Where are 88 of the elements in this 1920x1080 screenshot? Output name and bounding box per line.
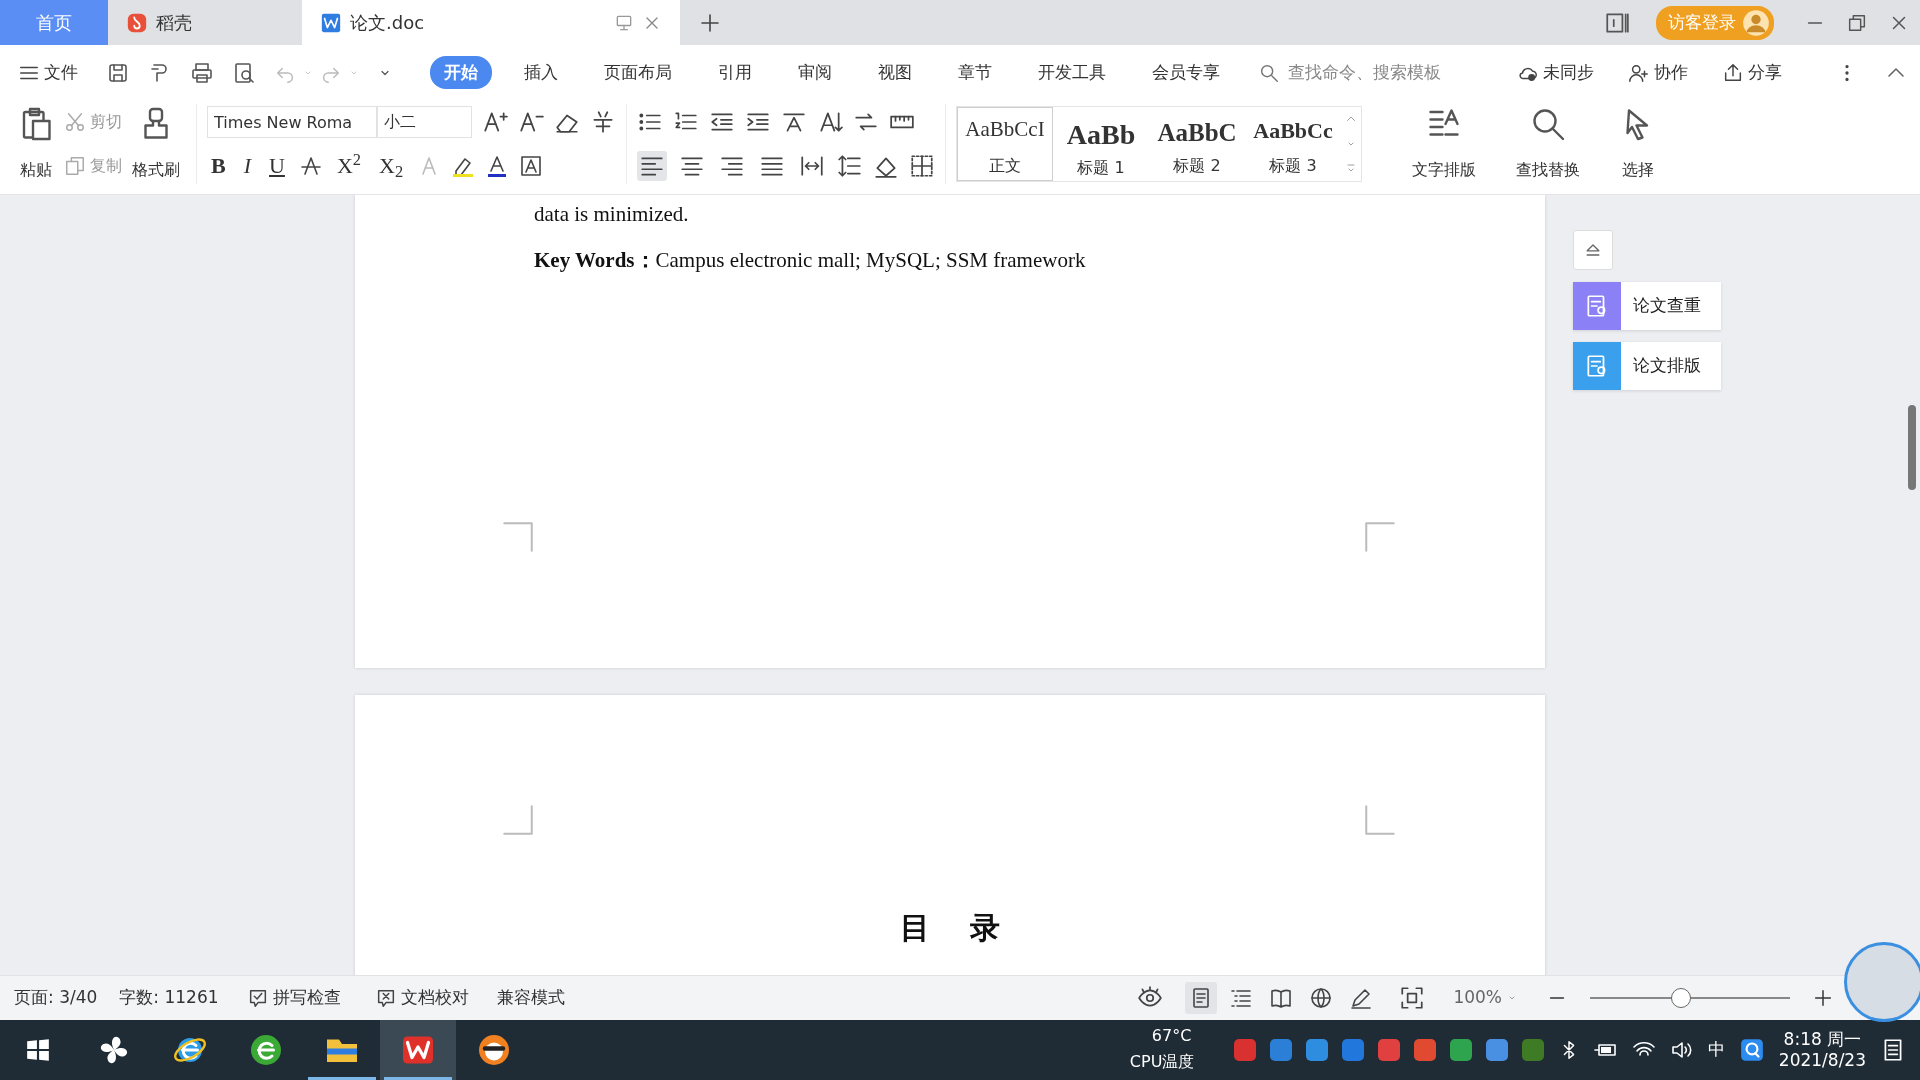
toolbar-action[interactable]: 未同步 bbox=[1511, 57, 1600, 88]
tab-label: 论文.doc bbox=[350, 11, 425, 35]
running-indicator bbox=[384, 1077, 452, 1080]
ribbon-tool[interactable]: 文字排版 bbox=[1406, 104, 1482, 184]
spell-check-button[interactable]: 拼写检查 bbox=[240, 983, 347, 1013]
cpu-temperature: 67°C bbox=[1151, 1025, 1192, 1047]
side-panel-button[interactable]: 论文查重 bbox=[1573, 282, 1721, 330]
tray-app-icon[interactable] bbox=[1485, 1039, 1508, 1061]
magnifier-icon bbox=[1530, 106, 1566, 142]
word-count: 字数: 11261 bbox=[119, 986, 219, 1010]
clock-time[interactable]: 8:18 周一 bbox=[1778, 1028, 1866, 1050]
line-spacing-icon[interactable] bbox=[837, 153, 863, 179]
print-preview-icon[interactable] bbox=[232, 60, 256, 85]
superscript-button[interactable]: X$^{2}$ bbox=[332, 155, 366, 177]
fit-icon[interactable] bbox=[1399, 985, 1426, 1011]
borders-icon[interactable] bbox=[909, 153, 935, 179]
print-icon[interactable] bbox=[190, 60, 214, 85]
collapse-panel-button[interactable] bbox=[1573, 230, 1613, 270]
crop-mark-icon bbox=[1365, 522, 1395, 552]
italic-button[interactable]: I bbox=[239, 155, 255, 177]
ribbon-tab[interactable]: 章节 bbox=[944, 55, 1006, 90]
windows-logo-icon[interactable] bbox=[25, 1037, 51, 1063]
document-paragraph: Key Words：Campus electronic mall; MySQL; SSM framework bbox=[534, 246, 1087, 274]
zoom-dropdown[interactable]: 100% bbox=[1447, 983, 1524, 1013]
tray-app-icon[interactable] bbox=[1305, 1039, 1328, 1061]
flame-logo-icon bbox=[126, 11, 148, 34]
subscript-button[interactable]: X$_{2}$ bbox=[375, 155, 408, 177]
input-method[interactable]: 中 bbox=[1707, 1037, 1725, 1063]
share-icon bbox=[1722, 61, 1744, 84]
ribbon-tab[interactable]: 视图 bbox=[864, 55, 926, 90]
document-heading: 目 录 bbox=[898, 910, 1002, 946]
ribbon-tool[interactable]: 查找替换 bbox=[1510, 104, 1586, 184]
cpu-label: CPU温度 bbox=[1129, 1051, 1195, 1073]
q-app-icon[interactable] bbox=[1738, 1037, 1765, 1063]
tray-app-icon[interactable] bbox=[1233, 1039, 1256, 1061]
file-menu[interactable]: 文件 bbox=[12, 57, 84, 88]
search-field[interactable]: 查找命令、搜索模板 bbox=[1286, 58, 1466, 87]
ribbon-tab[interactable]: 开发工具 bbox=[1024, 55, 1120, 90]
page-count: 页面: 3/40 bbox=[14, 986, 98, 1010]
tray-app-icon[interactable] bbox=[1521, 1039, 1544, 1061]
window-tab[interactable]: 论文.doc bbox=[302, 0, 680, 45]
clock-date[interactable]: 2021/8/23 bbox=[1778, 1050, 1866, 1072]
font-size-field[interactable]: 小二 bbox=[377, 106, 472, 138]
ribbon-tab[interactable]: 插入 bbox=[510, 55, 572, 90]
raccoon-icon[interactable] bbox=[476, 1032, 512, 1068]
ribbon-tab[interactable]: 会员专享 bbox=[1138, 55, 1234, 90]
tray-app-icon[interactable] bbox=[1269, 1039, 1292, 1061]
side-panel-button[interactable]: 论文排版 bbox=[1573, 342, 1721, 390]
ribbon-tab[interactable]: 审阅 bbox=[784, 55, 846, 90]
style-preset[interactable]: AaBbCc 标题 3 bbox=[1245, 107, 1341, 181]
copy-icon bbox=[64, 155, 86, 177]
document-paragraph: data is minimized. bbox=[534, 201, 690, 228]
zoom-in-icon[interactable] bbox=[1812, 987, 1834, 1009]
style-preset[interactable]: AaBb 标题 1 bbox=[1053, 107, 1149, 181]
character-border-icon[interactable] bbox=[519, 154, 544, 178]
tray-app-icon[interactable] bbox=[1449, 1039, 1472, 1061]
proofread-button[interactable]: 文档校对 bbox=[368, 983, 475, 1013]
scrollbar-thumb[interactable] bbox=[1908, 405, 1916, 490]
underline-button[interactable]: U bbox=[265, 155, 289, 177]
style-preset[interactable]: AaBbCcI 正文 bbox=[957, 107, 1053, 181]
paste-button[interactable]: 粘贴 bbox=[12, 104, 60, 184]
avatar-icon bbox=[1742, 8, 1770, 37]
format-painter-button[interactable]: 格式刷 bbox=[126, 104, 186, 184]
slider-thumb[interactable] bbox=[1671, 988, 1691, 1008]
tab-label: 稻壳 bbox=[156, 11, 192, 35]
ribbon-tool[interactable]: 选择 bbox=[1614, 104, 1662, 184]
font-name-field[interactable]: Times New Roma bbox=[207, 106, 377, 138]
globe-browser-icon[interactable] bbox=[248, 1032, 284, 1068]
tab-label: 首页 bbox=[36, 11, 72, 35]
crop-mark-icon bbox=[503, 522, 533, 552]
document-logo-icon bbox=[320, 11, 342, 34]
crop-mark-icon bbox=[1365, 805, 1395, 835]
compatibility-mode: 兼容模式 bbox=[496, 986, 565, 1010]
crop-mark-icon bbox=[503, 805, 533, 835]
bold-button[interactable]: B bbox=[207, 155, 230, 177]
tray-app-icon[interactable] bbox=[1341, 1039, 1364, 1061]
ribbon-tab[interactable]: 页面布局 bbox=[590, 55, 686, 90]
strikethrough-icon[interactable] bbox=[298, 154, 323, 178]
ribbon-tab[interactable]: 引用 bbox=[704, 55, 766, 90]
tray-app-icon[interactable] bbox=[1377, 1039, 1400, 1061]
align-left-icon[interactable] bbox=[637, 151, 667, 181]
style-preset[interactable]: AaBbC 标题 2 bbox=[1149, 107, 1245, 181]
page-view-icon[interactable] bbox=[1185, 982, 1218, 1014]
scissors-icon bbox=[64, 111, 86, 133]
toolbar-action[interactable]: 协作 bbox=[1622, 57, 1694, 88]
running-indicator bbox=[308, 1077, 376, 1080]
tray-app-icon[interactable] bbox=[1413, 1039, 1436, 1061]
toolbar-action[interactable]: 分享 bbox=[1716, 57, 1788, 88]
